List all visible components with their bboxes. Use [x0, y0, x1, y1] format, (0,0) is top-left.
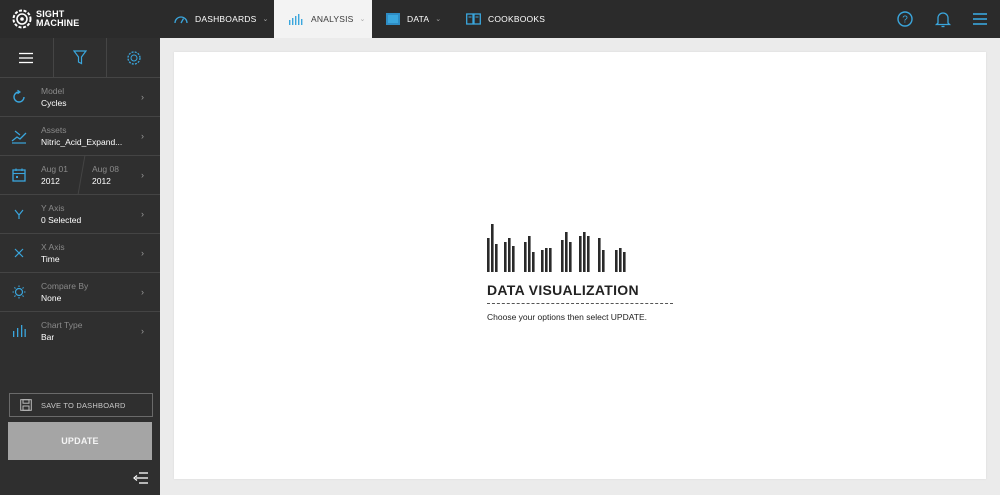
brand-line-2: MACHINE	[36, 18, 80, 28]
menu-icon[interactable]	[970, 9, 990, 29]
chevron-down-icon: ⌄	[359, 16, 366, 23]
option-model-label: Model	[41, 86, 65, 96]
save-to-dashboard-label: SAVE TO DASHBOARD	[41, 400, 126, 410]
chevron-right-icon: ›	[141, 326, 144, 336]
option-x-axis-label: X Axis	[41, 242, 65, 252]
option-model[interactable]: Model Cycles ›	[0, 78, 160, 117]
gear-icon	[127, 50, 141, 65]
empty-state-title: DATA VISUALIZATION	[487, 282, 639, 298]
sidebar-toolbar	[0, 38, 160, 78]
chevron-right-icon: ›	[141, 287, 144, 297]
chevron-right-icon: ›	[141, 170, 144, 180]
option-date-range[interactable]: Aug 01 2012 Aug 08 2012 ›	[0, 156, 160, 195]
nav-analysis-label: ANALYSIS	[311, 14, 354, 24]
empty-state-subtitle: Choose your options then select UPDATE.	[487, 312, 648, 322]
save-to-dashboard-button[interactable]: SAVE TO DASHBOARD	[9, 393, 153, 417]
option-y-axis-value: 0 Selected	[41, 215, 82, 225]
nav-data[interactable]: DATA ⌄	[386, 0, 441, 38]
chevron-right-icon: ›	[141, 92, 144, 102]
option-model-value: Cycles	[41, 98, 67, 108]
brand-logo[interactable]: SIGHT MACHINE	[12, 8, 79, 30]
update-button-label: UPDATE	[61, 436, 99, 446]
collapse-sidebar-icon[interactable]	[133, 471, 149, 485]
chevron-right-icon: ›	[141, 131, 144, 141]
bar-chart-icon	[289, 13, 303, 25]
floppy-disk-icon	[20, 399, 32, 411]
option-chart-type-value: Bar	[41, 332, 55, 342]
option-x-axis[interactable]: X Axis Time ›	[0, 234, 160, 273]
cycle-icon	[13, 89, 25, 103]
filter-icon	[73, 50, 87, 65]
y-axis-icon	[14, 209, 24, 219]
compare-icon	[12, 285, 26, 299]
option-chart-type[interactable]: Chart Type Bar ›	[0, 312, 160, 351]
nav-dashboards-label: DASHBOARDS	[195, 14, 257, 24]
option-assets-label: Assets	[41, 125, 67, 135]
chevron-down-icon: ⌄	[435, 16, 442, 23]
date-start-day[interactable]: Aug 01	[41, 164, 68, 174]
option-assets-value: Nitric_Acid_Expand...	[41, 137, 123, 147]
option-x-axis-value: Time	[41, 254, 60, 264]
bell-icon[interactable]	[933, 9, 953, 29]
option-y-axis[interactable]: Y Axis 0 Selected ›	[0, 195, 160, 234]
option-compare-by-value: None	[41, 293, 62, 303]
option-y-axis-label: Y Axis	[41, 203, 65, 213]
calendar-icon	[12, 168, 26, 182]
date-divider	[77, 156, 86, 194]
options-sidebar: Model Cycles › Assets Nitric_Acid_Expand…	[0, 38, 160, 495]
option-compare-by-label: Compare By	[41, 281, 89, 291]
nav-analysis[interactable]: ANALYSIS ⌄	[274, 0, 372, 38]
date-end-day[interactable]: Aug 08	[92, 164, 119, 174]
option-assets[interactable]: Assets Nitric_Acid_Expand... ›	[0, 117, 160, 156]
gauge-icon	[174, 16, 188, 24]
date-end-year[interactable]: 2012	[92, 176, 111, 186]
top-navigation: SIGHT MACHINE DASHBOARDS ⌄ ANALYSIS ⌄ DA…	[0, 0, 1000, 38]
x-axis-icon	[14, 248, 24, 258]
visualization-panel: DATA VISUALIZATION Choose your options t…	[174, 52, 986, 479]
help-icon[interactable]: ?	[895, 9, 915, 29]
sidebar-settings-button[interactable]	[107, 38, 160, 77]
nav-cookbooks[interactable]: COOKBOOKS	[466, 0, 545, 38]
nav-cookbooks-label: COOKBOOKS	[488, 14, 546, 24]
nav-data-label: DATA	[407, 14, 430, 24]
update-button[interactable]: UPDATE	[8, 422, 152, 460]
chevron-down-icon: ⌄	[262, 16, 269, 23]
gear-logo-icon	[12, 9, 32, 29]
book-icon	[466, 13, 481, 25]
chart-type-icon	[13, 325, 26, 337]
sidebar-filter-button[interactable]	[54, 38, 108, 77]
asset-icon	[11, 130, 27, 144]
option-compare-by[interactable]: Compare By None ›	[0, 273, 160, 312]
hamburger-icon	[19, 52, 34, 63]
title-divider	[487, 303, 673, 304]
svg-text:?: ?	[902, 15, 908, 26]
sidebar-menu-button[interactable]	[0, 38, 54, 77]
option-chart-type-label: Chart Type	[41, 320, 83, 330]
chevron-right-icon: ›	[141, 248, 144, 258]
nav-dashboards[interactable]: DASHBOARDS ⌄	[174, 0, 269, 38]
data-icon	[386, 13, 400, 25]
chevron-right-icon: ›	[141, 209, 144, 219]
data-visualization-icon	[487, 224, 626, 272]
date-start-year[interactable]: 2012	[41, 176, 60, 186]
brand-name: SIGHT MACHINE	[36, 10, 79, 28]
